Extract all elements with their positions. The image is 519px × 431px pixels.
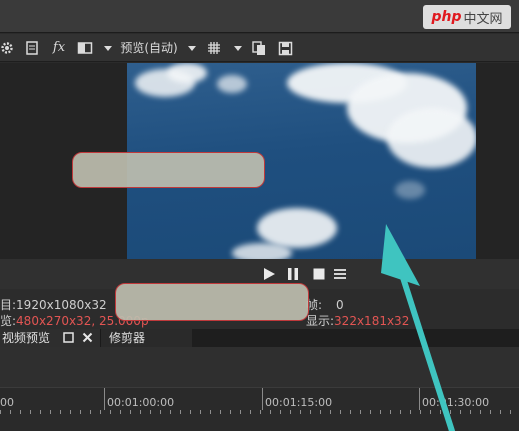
redacted-text-overlay: [115, 283, 309, 321]
cloud-shape: [387, 108, 476, 168]
cloud-shape: [395, 181, 425, 199]
title-bar: php 中文网: [0, 0, 519, 33]
ruler-tick-label: 00:01:15:00: [265, 396, 333, 409]
maximize-icon[interactable]: [62, 332, 74, 344]
display-info: 显示:322x181x32: [306, 312, 409, 329]
timeline-header: [0, 347, 519, 387]
display-label: 显示:: [306, 314, 335, 328]
chevron-down-icon[interactable]: [103, 39, 113, 57]
ruler-major-tick: [104, 388, 105, 410]
site-watermark: php 中文网: [423, 5, 511, 29]
ruler-tick-label: 00:01:00:00: [107, 396, 175, 409]
display-value: 322x181x32: [334, 314, 410, 328]
redacted-text-overlay: [72, 152, 265, 188]
preview-toolbar: fx 预览(自动): [0, 34, 519, 62]
menu-icon[interactable]: [333, 267, 347, 281]
ruler-major-tick: [262, 388, 263, 410]
close-icon[interactable]: [81, 332, 93, 344]
fx-button[interactable]: fx: [50, 39, 68, 57]
timeline-ruler[interactable]: 00 00:01:00:00 00:01:15:00 00:01:30:00: [0, 387, 519, 431]
ruler-tick-label: 00: [0, 396, 14, 409]
cloud-shape: [232, 243, 292, 259]
tab-trimmer-label: 修剪器: [109, 331, 146, 345]
copy-snapshot-icon[interactable]: [251, 39, 267, 57]
watermark-brand: php: [431, 9, 462, 25]
frame-value: 0: [336, 298, 344, 312]
tab-trimmer[interactable]: 修剪器: [100, 329, 192, 347]
cloud-shape: [257, 208, 337, 248]
watermark-suffix: 中文网: [463, 11, 503, 27]
preview-quality-select[interactable]: 预览(自动): [117, 39, 181, 57]
panel-tab-strip: 视频预览 修剪器: [0, 329, 519, 347]
chevron-down-icon[interactable]: [233, 39, 243, 57]
ruler-major-tick: [419, 388, 420, 410]
ruler-minor-ticks: [0, 410, 519, 414]
project-label: 项目:: [0, 298, 17, 312]
project-info: 项目:1920x1080x32: [0, 296, 107, 313]
stop-icon[interactable]: [312, 267, 326, 281]
preview-label: 预览:: [0, 314, 17, 328]
grid-icon[interactable]: [206, 39, 222, 57]
preview-properties-icon[interactable]: [24, 39, 40, 57]
cloud-shape: [167, 63, 207, 83]
gear-icon[interactable]: [0, 39, 14, 57]
chevron-down-icon[interactable]: [186, 39, 198, 57]
split-screen-icon[interactable]: [77, 39, 93, 57]
play-icon[interactable]: [262, 267, 276, 281]
cloud-shape: [217, 75, 247, 93]
pause-icon[interactable]: [286, 267, 300, 281]
ruler-tick-label: 00:01:30:00: [422, 396, 490, 409]
frame-info: 帧: 0: [306, 296, 344, 313]
project-value: 1920x1080x32: [16, 298, 107, 312]
tab-video-preview-label: 视频预览: [2, 331, 51, 345]
save-snapshot-icon[interactable]: [277, 39, 293, 57]
